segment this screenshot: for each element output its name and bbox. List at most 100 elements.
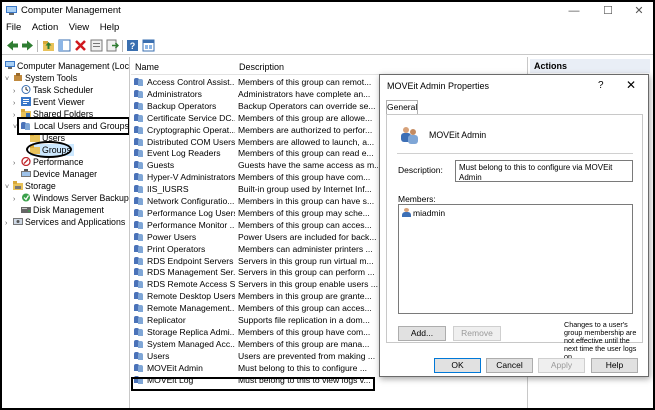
computer-management-icon	[6, 6, 17, 15]
group-description-cell: Members of this group can read e...	[238, 148, 374, 159]
chevron-right-icon[interactable]: ›	[13, 194, 21, 206]
actions-header: Actions	[530, 59, 650, 73]
tree-item-storage[interactable]: ˅ Storage	[5, 180, 56, 192]
user-icon	[402, 208, 411, 217]
menu-action[interactable]: Action	[28, 21, 62, 33]
group-icon	[134, 196, 144, 205]
device-manager-icon	[21, 169, 31, 177]
remove-button[interactable]: Remove	[453, 326, 501, 341]
column-header-name[interactable]: Name	[135, 62, 159, 72]
group-name-text: Users	[147, 350, 170, 361]
tree-item-services-and-applications[interactable]: › Services and Applications	[5, 216, 125, 228]
help-icon[interactable]: ?	[126, 39, 139, 52]
group-icon	[134, 315, 144, 324]
group-name-text: Certificate Service DC...	[147, 112, 235, 123]
group-description-cell: Built-in group used by Internet Inf...	[238, 184, 372, 195]
toolbar-separator	[37, 40, 38, 52]
menu-help[interactable]: Help	[96, 21, 124, 33]
svg-text:?: ?	[130, 41, 136, 51]
add-button[interactable]: Add...	[398, 326, 446, 341]
group-name-cell: Guests	[134, 160, 235, 172]
dialog-close-button[interactable]: ✕	[626, 78, 636, 92]
properties-icon[interactable]	[90, 39, 103, 52]
chevron-right-icon[interactable]: ›	[5, 218, 13, 230]
minimize-button[interactable]: —	[560, 2, 588, 20]
system-tools-icon	[14, 73, 22, 81]
group-description-cell: Members of this group are mana...	[238, 338, 370, 349]
members-list[interactable]: miadmin	[398, 204, 633, 314]
group-name-text: Performance Monitor ...	[147, 219, 235, 230]
group-name-text: Guests	[147, 160, 175, 171]
tree-item-device-manager[interactable]: Device Manager	[21, 168, 97, 180]
group-icon	[134, 303, 144, 313]
menu-file[interactable]: File	[2, 21, 25, 33]
group-name-cell: IIS_IUSRS	[134, 184, 235, 196]
column-header-description[interactable]: Description	[239, 62, 284, 72]
group-icon	[134, 363, 144, 372]
tree-item-system-tools[interactable]: ˅ System Tools	[5, 72, 77, 84]
group-icon	[134, 208, 144, 217]
tab-general[interactable]: General	[386, 100, 418, 114]
delete-icon[interactable]	[74, 39, 87, 52]
group-name-text: RDS Remote Access S...	[147, 279, 235, 290]
help-button[interactable]: Help	[591, 358, 638, 373]
group-icon	[401, 127, 418, 144]
group-name-text: Event Log Readers	[147, 148, 221, 159]
description-field[interactable]: Must belong to this to configure via MOV…	[455, 160, 633, 182]
group-icon	[134, 267, 144, 277]
dialog-help-button[interactable]: ?	[598, 80, 604, 91]
chevron-right-icon[interactable]: ›	[13, 158, 21, 170]
group-name-text: Hyper-V Administrators	[147, 172, 235, 183]
group-name-text: System Managed Acc...	[147, 338, 235, 349]
show-hide-tree-icon[interactable]	[58, 39, 71, 52]
chevron-down-icon[interactable]: ˅	[5, 182, 13, 194]
export-list-icon[interactable]	[106, 39, 119, 52]
tree-item-task-scheduler[interactable]: › Task Scheduler	[13, 84, 93, 96]
highlight-oval	[26, 141, 72, 158]
apply-button[interactable]: Apply	[538, 358, 585, 373]
group-name-text: Network Configuratio...	[147, 196, 235, 206]
close-button[interactable]: ✕	[625, 2, 653, 20]
ok-button[interactable]: OK	[434, 358, 481, 373]
tree-item-label: System Tools	[25, 73, 78, 83]
group-icon	[134, 327, 144, 336]
back-icon[interactable]	[6, 39, 19, 52]
tree-item-computer-management[interactable]: Computer Management (Local	[5, 60, 129, 72]
group-description-cell: Members are allowed to launch, a...	[238, 136, 375, 147]
cancel-button[interactable]: Cancel	[486, 358, 533, 373]
group-name-text: Print Operators	[147, 243, 206, 254]
group-name-text: Power Users	[147, 231, 197, 242]
group-description-cell: Members in this group can have s...	[238, 196, 375, 206]
menu-view[interactable]: View	[65, 21, 93, 33]
member-item[interactable]: miadmin	[402, 208, 445, 218]
group-name-cell: Remote Desktop Users	[134, 291, 235, 303]
maximize-button[interactable]: ☐	[594, 2, 622, 20]
disk-management-icon	[21, 207, 31, 213]
console-tree-icon[interactable]	[142, 39, 155, 52]
tree-item-label: Event Viewer	[33, 97, 85, 107]
tree-item-event-viewer[interactable]: › Event Viewer	[13, 96, 85, 108]
group-icon	[134, 220, 144, 229]
group-description-cell: Members of this group can acces...	[238, 219, 372, 230]
group-name-cell: System Managed Acc...	[134, 339, 235, 351]
group-icon	[134, 77, 144, 86]
tree-item-windows-server-backup[interactable]: › Windows Server Backup	[13, 192, 129, 204]
chevron-down-icon[interactable]: ˅	[5, 74, 13, 86]
tree-item-label: Services and Applications	[25, 217, 126, 227]
forward-icon[interactable]	[21, 39, 34, 52]
group-description-cell: Members are authorized to perfor...	[238, 124, 373, 135]
tree-item-disk-management[interactable]: Disk Management	[21, 204, 104, 216]
group-description-cell: Servers in this group can perform ...	[238, 267, 375, 278]
highlight-box	[17, 117, 129, 135]
up-folder-icon[interactable]	[42, 39, 55, 52]
group-name-text: Remote Management...	[147, 303, 235, 314]
group-name-cell: RDS Remote Access S...	[134, 279, 235, 291]
group-description-cell: Members of this group have com...	[238, 172, 371, 183]
group-icon	[134, 291, 144, 301]
group-name-text: Performance Log Users	[147, 207, 235, 218]
group-description-cell: Must belong to this to configure ...	[238, 362, 367, 373]
group-name-cell: Cryptographic Operat...	[134, 125, 235, 137]
group-name-text: RDS Management Ser...	[147, 267, 235, 278]
group-properties-dialog: MOVEit Admin Properties ? ✕ General MOVE…	[379, 74, 649, 377]
group-name-text: Cryptographic Operat...	[147, 124, 235, 135]
